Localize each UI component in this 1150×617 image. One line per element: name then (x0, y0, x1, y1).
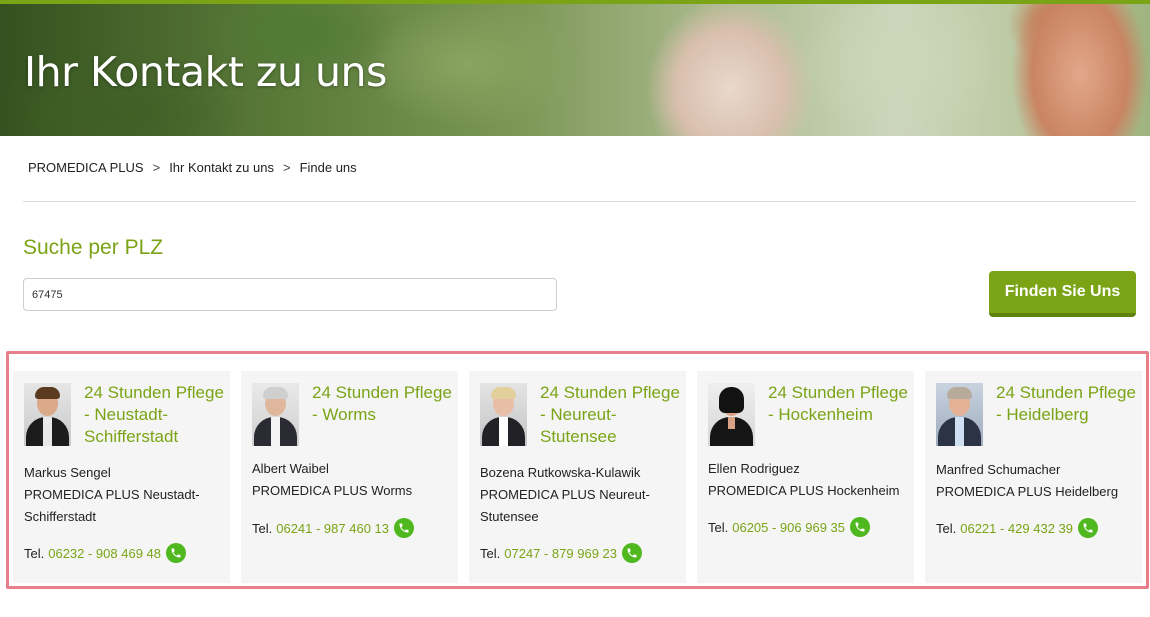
contact-title[interactable]: 24 Stunden Pflege - Neustadt-Schiffersta… (84, 382, 226, 448)
tel-label: Tel. (24, 545, 45, 561)
breadcrumb-separator: > (282, 160, 291, 175)
contact-name: Markus Sengel (24, 465, 111, 480)
phone-icon[interactable] (1078, 518, 1099, 538)
divider (23, 201, 1136, 202)
phone-number-link[interactable]: 06232 - 908 469 48 (48, 546, 161, 561)
phone-number-link[interactable]: 06205 - 906 969 35 (732, 520, 845, 535)
breadcrumb-home[interactable]: PROMEDICA PLUS (28, 160, 144, 175)
tel-label: Tel. (252, 520, 273, 536)
contact-card: 24 Stunden Pflege - Worms Albert Waibel … (241, 371, 458, 583)
contact-card: 24 Stunden Pflege - Neustadt-Schiffersta… (13, 371, 230, 583)
contact-info: Markus Sengel PROMEDICA PLUS Neustadt-Sc… (24, 462, 204, 528)
avatar (480, 383, 527, 446)
phone-number-link[interactable]: 07247 - 879 969 23 (504, 546, 617, 561)
tel-label: Tel. (480, 545, 501, 561)
contact-card: 24 Stunden Pflege - Heidelberg Manfred S… (925, 371, 1142, 583)
contact-info: Ellen Rodriguez PROMEDICA PLUS Hockenhei… (708, 458, 903, 502)
contact-phone: Tel. 06221 - 429 432 39 (936, 518, 1099, 538)
contact-title[interactable]: 24 Stunden Pflege - Neureut-Stutensee (540, 382, 682, 448)
phone-icon[interactable] (622, 543, 643, 563)
contact-company: PROMEDICA PLUS Neureut-Stutensee (480, 487, 650, 524)
contact-title[interactable]: 24 Stunden Pflege - Hockenheim (768, 382, 910, 426)
contact-info: Albert Waibel PROMEDICA PLUS Worms (252, 458, 432, 502)
contact-company: PROMEDICA PLUS Heidelberg (936, 484, 1119, 499)
breadcrumb: PROMEDICA PLUS > Ihr Kontakt zu uns > Finde … (28, 160, 357, 175)
contact-name: Manfred Schumacher (936, 462, 1061, 477)
contact-phone: Tel. 06241 - 987 460 13 (252, 518, 415, 538)
avatar (936, 383, 983, 446)
contact-phone: Tel. 07247 - 879 969 23 (480, 543, 643, 563)
phone-icon[interactable] (394, 518, 415, 538)
contact-info: Manfred Schumacher PROMEDICA PLUS Heidel… (936, 459, 1136, 503)
page-title: Ihr Kontakt zu uns (24, 48, 387, 96)
breadcrumb-separator: > (152, 160, 161, 175)
contact-card: 24 Stunden Pflege - Neureut-Stutensee Bo… (469, 371, 686, 583)
contact-info: Bozena Rutkowska-Kulawik PROMEDICA PLUS … (480, 462, 670, 528)
phone-icon[interactable] (850, 517, 871, 537)
contact-company: PROMEDICA PLUS Worms (252, 483, 413, 498)
avatar (708, 383, 755, 446)
search-title: Suche per PLZ (23, 236, 164, 259)
phone-number-link[interactable]: 06241 - 987 460 13 (276, 521, 389, 536)
tel-label: Tel. (708, 519, 729, 535)
avatar (252, 383, 299, 446)
contact-results: 24 Stunden Pflege - Neustadt-Schiffersta… (6, 351, 1149, 589)
zip-search-input[interactable] (23, 278, 557, 311)
contact-phone: Tel. 06205 - 906 969 35 (708, 517, 871, 537)
tel-label: Tel. (936, 520, 957, 536)
avatar (24, 383, 71, 446)
contact-company: PROMEDICA PLUS Hockenheim (708, 483, 900, 498)
phone-number-link[interactable]: 06221 - 429 432 39 (960, 521, 1073, 536)
breadcrumb-current: Finde uns (299, 160, 357, 175)
contact-name: Bozena Rutkowska-Kulawik (480, 465, 641, 480)
contact-company: PROMEDICA PLUS Neustadt-Schifferstadt (24, 487, 200, 524)
contact-name: Albert Waibel (252, 461, 329, 476)
find-us-button[interactable]: Finden Sie Uns (989, 271, 1136, 317)
breadcrumb-contact[interactable]: Ihr Kontakt zu uns (169, 160, 274, 175)
contact-card: 24 Stunden Pflege - Hockenheim Ellen Rod… (697, 371, 914, 583)
phone-icon[interactable] (166, 543, 187, 563)
contact-phone: Tel. 06232 - 908 469 48 (24, 543, 187, 563)
contact-title[interactable]: 24 Stunden Pflege - Worms (312, 382, 454, 426)
contact-name: Ellen Rodriguez (708, 461, 800, 476)
hero-banner: Ihr Kontakt zu uns (0, 0, 1150, 136)
contact-title[interactable]: 24 Stunden Pflege - Heidelberg (996, 382, 1138, 426)
